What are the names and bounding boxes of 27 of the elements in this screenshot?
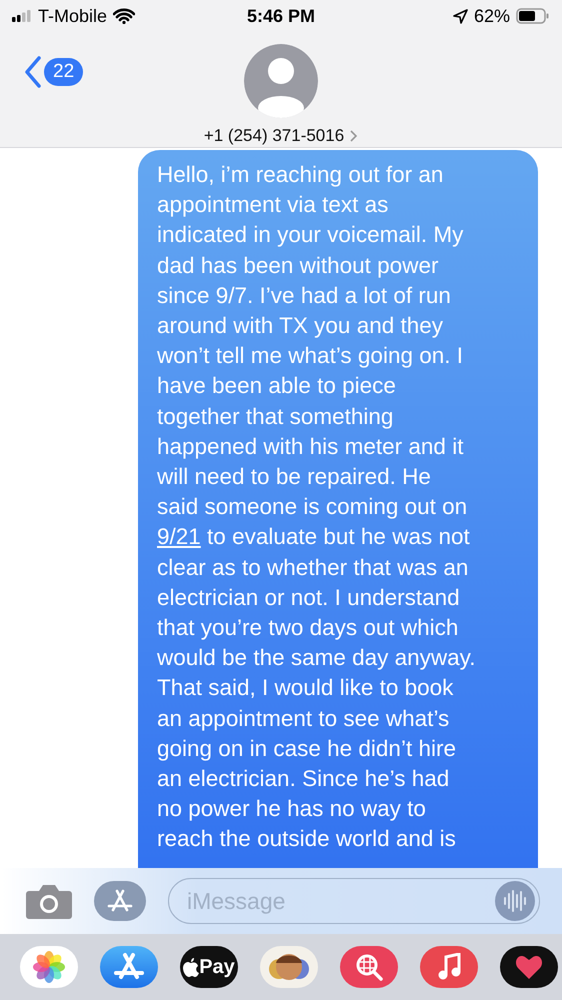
back-button[interactable]: 22	[24, 56, 84, 88]
clock-time: 5:46 PM	[246, 6, 316, 26]
app-store-icon	[107, 889, 133, 913]
music-app-icon[interactable]	[420, 946, 478, 988]
battery-percent: 62%	[474, 6, 510, 26]
photos-app-icon[interactable]	[20, 946, 78, 988]
camera-icon[interactable]	[26, 883, 72, 919]
apple-pay-app-button[interactable]: Pay	[180, 946, 238, 988]
image-search-app-icon[interactable]	[340, 946, 398, 988]
memoji-app-icon[interactable]	[260, 946, 318, 988]
heart-app-icon[interactable]	[500, 946, 558, 988]
carrier-name: T-Mobile	[38, 6, 108, 26]
date-link[interactable]: 9/21	[157, 524, 201, 550]
unread-count-badge: 22	[44, 58, 84, 86]
apps-button[interactable]	[94, 881, 146, 921]
audio-waveform-icon[interactable]	[495, 881, 535, 921]
app-store-app-icon[interactable]	[100, 946, 158, 988]
apple-logo-icon	[183, 958, 200, 976]
signal-icon	[12, 10, 32, 22]
back-chevron-icon	[24, 56, 42, 88]
location-arrow-icon	[452, 8, 468, 24]
wifi-icon	[113, 8, 136, 24]
chevron-right-icon	[350, 130, 358, 142]
message-text: Hello, i’m reaching out for an appointment via text as indicated in your voicemail. My dad has been without power since 9/7. I’ve had a lot of run around with TX you and they won’t tell me what’s going on. I have been able to piece together that something happened with his meter and it will need to be repaired. He said someone is coming out on 9/21 to evaluate but he was not clear as to whether that was an electrician or not. I understand that you’re two days out which would be the same day anyway. That said, I would like to book an appointment to see what’s going on in case he didn’t hire an electrician. Since he’s had no power he has no way to reach the outside world and is	[157, 161, 477, 854]
contact-avatar-icon[interactable]	[244, 44, 318, 118]
contact-number[interactable]: +1 (254) 371-5016	[204, 126, 344, 146]
battery-icon	[516, 8, 550, 24]
